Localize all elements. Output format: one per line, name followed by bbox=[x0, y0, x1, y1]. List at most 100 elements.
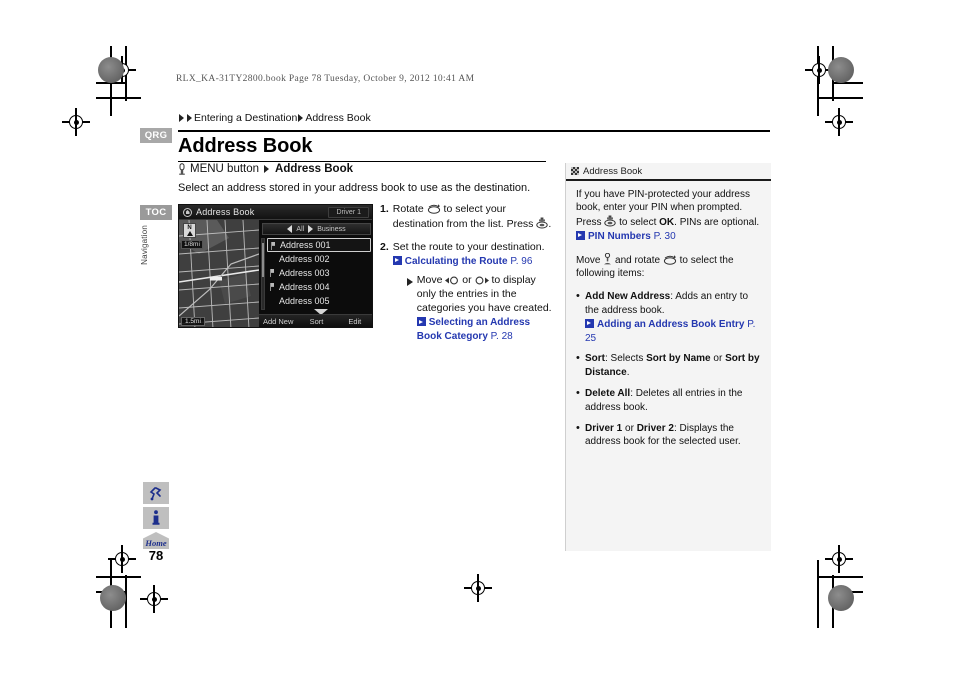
home-icon[interactable]: Home bbox=[143, 532, 169, 549]
breadcrumb-item-destination[interactable]: Entering a Destination bbox=[194, 112, 297, 124]
list-item[interactable]: Address 005 bbox=[267, 294, 371, 308]
list-item-label: Address 001 bbox=[280, 240, 331, 250]
item-term: Delete All bbox=[585, 388, 631, 400]
density-patch bbox=[100, 585, 126, 611]
pin-ok-label: OK bbox=[659, 217, 675, 229]
side-info-panel: Address Book If you have PIN-protected y… bbox=[565, 163, 771, 551]
nav-titlebar: Address Book Driver 1 bbox=[179, 205, 372, 220]
sidebar-tab-qrg[interactable]: QRG bbox=[140, 128, 172, 143]
pin-numbers-link[interactable]: PIN Numbers P. 30 bbox=[576, 230, 676, 242]
breadcrumb-item-address-book[interactable]: Address Book bbox=[305, 112, 370, 124]
menu-path-target: Address Book bbox=[275, 163, 353, 175]
list-item-driver-select: Driver 1 or Driver 2: Displays the addre… bbox=[576, 421, 761, 450]
panel-paragraph-move: Move and rotate to select the following … bbox=[576, 252, 761, 282]
edit-button[interactable]: Edit bbox=[336, 317, 372, 326]
sort-button[interactable]: Sort bbox=[297, 317, 335, 326]
step-2-note: Move or to display only the entries in t… bbox=[406, 274, 552, 343]
step-2-link-label: Calculating the Route bbox=[404, 255, 508, 267]
category-prev-icon[interactable] bbox=[287, 225, 293, 233]
nav-scrollbar-thumb[interactable] bbox=[262, 243, 264, 277]
registration-mark bbox=[140, 585, 168, 613]
rotate-knob-icon bbox=[427, 204, 440, 214]
item-desc-b: or bbox=[710, 353, 726, 365]
item-term-b: Driver 2 bbox=[636, 422, 674, 434]
panel-paragraph-pin: If you have PIN-protected your address b… bbox=[576, 188, 761, 244]
step-2-text: Set the route to your destination. bbox=[392, 240, 545, 253]
step-2-note-link[interactable]: Selecting an Address Book Category P. 28 bbox=[416, 317, 531, 342]
list-item[interactable]: Address 002 bbox=[267, 252, 371, 266]
adding-entry-link[interactable]: Adding an Address Book Entry P. 25 bbox=[585, 318, 755, 344]
nav-bottom-toolbar: Add New Sort Edit bbox=[259, 314, 372, 327]
info-icon[interactable] bbox=[143, 507, 169, 529]
pin-text-b: to select bbox=[616, 217, 660, 229]
list-item[interactable]: Address 003 bbox=[267, 266, 371, 280]
crop-line bbox=[96, 576, 141, 578]
pin-icon bbox=[270, 283, 274, 291]
map-scale-bottom-value: 1.5mi bbox=[185, 318, 201, 325]
nav-driver-badge[interactable]: Driver 1 bbox=[328, 207, 369, 218]
pin-numbers-link-page: P. 30 bbox=[653, 230, 676, 242]
menu-path-prefix: MENU button bbox=[190, 163, 260, 175]
category-current: All bbox=[296, 225, 305, 233]
nav-scrollbar[interactable] bbox=[261, 238, 265, 310]
page-title: Address Book bbox=[178, 135, 313, 157]
panel-body: If you have PIN-protected your address b… bbox=[566, 181, 771, 450]
nav-category-selector[interactable]: All Business bbox=[262, 223, 371, 235]
section-divider bbox=[178, 161, 546, 162]
panel-heading: Address Book bbox=[583, 165, 643, 177]
menu-path-arrow-icon bbox=[264, 165, 270, 173]
note-link-label: Selecting an Address Book Category bbox=[416, 317, 531, 342]
compass-arrow-icon bbox=[186, 231, 193, 236]
item-desc-c: . bbox=[626, 367, 630, 379]
press-knob-icon bbox=[604, 215, 617, 227]
crop-line bbox=[818, 97, 863, 99]
registration-mark bbox=[464, 574, 492, 602]
note-text-a: Move bbox=[416, 274, 446, 287]
step-2-number: 2. bbox=[380, 240, 389, 253]
note-arrow-icon bbox=[406, 278, 413, 287]
menu-button-icon bbox=[179, 163, 185, 175]
info-icon-glyph bbox=[152, 510, 160, 525]
list-item-sort: Sort: Selects Sort by Name or Sort by Di… bbox=[576, 351, 761, 380]
page-number: 78 bbox=[148, 548, 164, 563]
sidebar-tab-toc[interactable]: TOC bbox=[140, 205, 172, 220]
route-icon[interactable] bbox=[143, 482, 169, 504]
panel-header-icon bbox=[571, 167, 579, 175]
link-arrow-icon bbox=[416, 317, 426, 327]
item-desc-a: : Selects bbox=[605, 353, 647, 365]
item-term: Sort bbox=[585, 353, 605, 365]
step-1: 1. Rotate to select your destination fro… bbox=[380, 203, 552, 232]
sidebar-section-label-navigation: Navigation bbox=[140, 225, 149, 265]
breadcrumb-arrow-icon bbox=[187, 114, 192, 122]
pin-numbers-link-label: PIN Numbers bbox=[588, 230, 651, 242]
rotate-knob-icon bbox=[663, 254, 676, 265]
nav-screen-title: Address Book bbox=[196, 207, 255, 217]
panel-header: Address Book bbox=[566, 163, 771, 179]
map-scale-bottom: 1.5mi bbox=[181, 317, 205, 326]
step-2-link[interactable]: Calculating the Route P. 96 bbox=[392, 255, 532, 267]
link-arrow-icon bbox=[576, 230, 585, 240]
step-2-body: Set the route to your destination. Calcu… bbox=[392, 240, 552, 344]
press-knob-icon bbox=[536, 217, 549, 229]
list-item-label: Address 004 bbox=[279, 282, 330, 292]
density-patch bbox=[828, 57, 854, 83]
stick-left-icon bbox=[445, 276, 459, 285]
instruction-steps: 1. Rotate to select your destination fro… bbox=[380, 203, 552, 353]
density-patch bbox=[98, 57, 124, 83]
nav-map-area[interactable]: N 1/8mi 1.5mi bbox=[179, 220, 259, 327]
category-next-icon[interactable] bbox=[308, 225, 314, 233]
list-item-label: Address 005 bbox=[279, 296, 330, 306]
list-item[interactable]: Address 001 bbox=[267, 238, 371, 252]
list-item-add-new-address: Add New Address: Adds an entry to the ad… bbox=[576, 289, 761, 345]
nav-list-rows: Address 001 Address 002 Address 003 Addr… bbox=[267, 238, 371, 308]
list-item-delete-all: Delete All: Deletes all entries in the a… bbox=[576, 386, 761, 415]
breadcrumb-arrow-icon bbox=[298, 114, 304, 122]
navigation-screenshot: Address Book Driver 1 N 1/8mi 1.5mi All … bbox=[178, 204, 373, 328]
home-icon-label: Home bbox=[143, 532, 169, 549]
move-text-a: Move bbox=[576, 254, 604, 266]
list-item[interactable]: Address 004 bbox=[267, 280, 371, 294]
nav-home-icon bbox=[183, 207, 192, 217]
list-item-label: Address 002 bbox=[279, 254, 330, 264]
item-mid: or bbox=[622, 422, 637, 434]
add-new-button[interactable]: Add New bbox=[259, 317, 297, 326]
